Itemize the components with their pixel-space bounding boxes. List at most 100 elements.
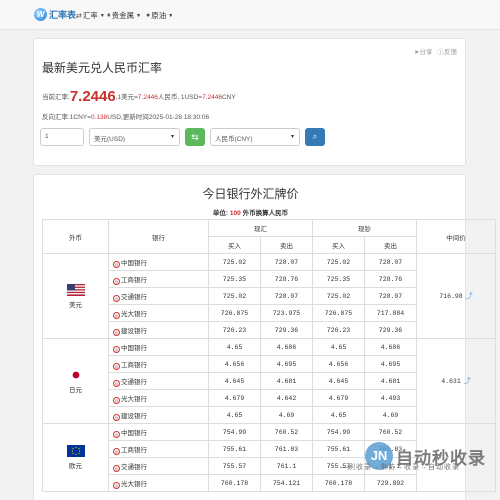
bank-logo-icon: ◎ bbox=[113, 362, 120, 370]
rate-cell-spot-buy: 4.656 bbox=[208, 355, 261, 373]
caret-down-icon: ▼ bbox=[99, 12, 105, 19]
bank-logo-icon: ◎ bbox=[113, 413, 120, 421]
oil-icon: ● bbox=[146, 12, 151, 19]
nav-menu-oil[interactable]: ● 原油 ▼ bbox=[146, 10, 173, 21]
header-bank: 银行 bbox=[108, 219, 209, 254]
header-cash-sell: 卖出 bbox=[364, 236, 417, 254]
bank-cell[interactable]: ◎ 光大银行 bbox=[108, 389, 209, 407]
rate-cell-cash-buy: 725.35 bbox=[312, 270, 365, 288]
panel-links: ➤分享 ⓘ反馈 bbox=[414, 46, 457, 56]
rate-cell-spot-buy: 4.679 bbox=[208, 389, 261, 407]
us-flag-icon bbox=[66, 283, 85, 296]
amount-input[interactable]: 1 bbox=[40, 128, 84, 146]
header-spot: 现汇 bbox=[208, 219, 313, 237]
currency-name: 日元 bbox=[69, 386, 82, 394]
rate-cell-spot-buy: 760.178 bbox=[208, 474, 261, 492]
nav-menu-rates[interactable]: ⇄ 汇率 ▼ bbox=[76, 10, 105, 21]
rate-cell-spot-buy: 755.57 bbox=[208, 457, 261, 475]
currency-cell[interactable]: 美元 bbox=[42, 253, 109, 339]
bank-cell[interactable]: ◎ 工商银行 bbox=[108, 270, 209, 288]
bank-cell[interactable]: ◎ 工商银行 bbox=[108, 355, 209, 373]
swap-button[interactable]: ⇆ bbox=[185, 128, 205, 146]
header-spot-sell: 卖出 bbox=[260, 236, 313, 254]
bank-cell[interactable]: ◎ 交通银行 bbox=[108, 287, 209, 305]
bank-name: 光大银行 bbox=[121, 310, 147, 318]
rate-cell-spot-sell: 728.76 bbox=[260, 270, 313, 288]
rate-cell-spot-buy: 4.645 bbox=[208, 372, 261, 390]
rate-cell-cash-buy: 725.02 bbox=[312, 287, 365, 305]
rate-cell-cash-buy: 754.99 bbox=[312, 423, 365, 441]
nav-menu-metals[interactable]: ♦ 贵金属 ▼ bbox=[107, 10, 141, 21]
bank-cell[interactable]: ◎ 中国银行 bbox=[108, 423, 209, 441]
rate-cell-cash-sell: 760.52 bbox=[364, 423, 417, 441]
search-button[interactable]: ⌕ bbox=[305, 128, 325, 146]
rate-cell-spot-buy: 725.02 bbox=[208, 287, 261, 305]
rate-cell-spot-buy: 4.65 bbox=[208, 338, 261, 356]
currency-cell[interactable]: 欧元 bbox=[42, 423, 109, 492]
bank-logo-icon: ◎ bbox=[113, 294, 120, 302]
rate-cell-spot-sell: 4.686 bbox=[260, 338, 313, 356]
rate-cell-cash-sell: 4.695 bbox=[364, 355, 417, 373]
bank-cell[interactable]: ◎ 中国银行 bbox=[108, 338, 209, 356]
rate-cell-cash-sell: 4.69 bbox=[364, 406, 417, 424]
mid-price-cell: 4.631 ⤴ bbox=[416, 338, 496, 424]
nav-menu-label: 原油 bbox=[151, 11, 167, 20]
trend-chart-icon[interactable]: ⤴ bbox=[466, 293, 473, 301]
nav-menu-label: 贵金属 bbox=[111, 11, 135, 20]
bank-cell[interactable]: ◎ 建设银行 bbox=[108, 321, 209, 339]
rate-cell-cash-buy: 725.02 bbox=[312, 253, 365, 271]
watermark-subtext: —刷收录→来访→收录→自动收录 bbox=[340, 464, 460, 471]
bank-logo-icon: ◎ bbox=[113, 328, 120, 336]
rate-cell-spot-sell: 4.642 bbox=[260, 389, 313, 407]
bank-logo-icon: ◎ bbox=[113, 277, 120, 285]
rate-cell-cash-sell: 728.07 bbox=[364, 287, 417, 305]
bank-logo-icon: ◎ bbox=[113, 345, 120, 353]
bank-logo-icon: ◎ bbox=[113, 481, 120, 489]
bank-name: 建设银行 bbox=[121, 327, 147, 335]
reverse-rate-line: 反向汇率:1CNY=0.138USD,更新时间2025-01-28 18:30:… bbox=[42, 114, 210, 121]
mid-price-cell: 716.98 ⤴ bbox=[416, 253, 496, 339]
currency-cell[interactable]: 日元 bbox=[42, 338, 109, 424]
board-subtitle: 单位: 100 外币换算人民币 bbox=[212, 210, 289, 217]
trend-chart-icon[interactable]: ⤴ bbox=[464, 378, 471, 386]
bank-cell[interactable]: ◎ 交通银行 bbox=[108, 457, 209, 475]
currency-name: 欧元 bbox=[69, 463, 82, 470]
bank-cell[interactable]: ◎ 建设银行 bbox=[108, 406, 209, 424]
page-title: 最新美元兑人民币汇率 bbox=[42, 61, 163, 75]
nav-menu-label: 汇率 bbox=[82, 11, 98, 20]
chevron-down-icon: ▾ bbox=[170, 134, 174, 140]
bank-cell[interactable]: ◎ 光大银行 bbox=[108, 304, 209, 322]
rate-cell-spot-buy: 4.65 bbox=[208, 406, 261, 424]
rate-cell-spot-buy: 755.61 bbox=[208, 440, 261, 458]
japan-flag-icon bbox=[66, 368, 85, 381]
rate-cell-spot-buy: 725.35 bbox=[208, 270, 261, 288]
gold-icon: ♦ bbox=[107, 12, 111, 19]
bank-cell[interactable]: ◎ 中国银行 bbox=[108, 253, 209, 271]
rate-cell-spot-buy: 726.875 bbox=[208, 304, 261, 322]
rate-cell-cash-buy: 4.645 bbox=[312, 372, 365, 390]
header-mid: 中间价 bbox=[416, 219, 496, 254]
bank-cell[interactable]: ◎ 交通银行 bbox=[108, 372, 209, 390]
feedback-link[interactable]: ⓘ反馈 bbox=[438, 46, 458, 56]
current-rate-line: 当前汇率:7.2446,1美元=7.2446人民币, 1USD=7.2446CN… bbox=[42, 88, 236, 105]
board-title: 今日银行外汇牌价 bbox=[202, 187, 299, 201]
bank-cell[interactable]: ◎ 工商银行 bbox=[108, 440, 209, 458]
chevron-down-icon: ▾ bbox=[290, 134, 294, 140]
current-rate-value: 7.2446 bbox=[69, 88, 116, 105]
site-logo[interactable]: W 汇率表 bbox=[34, 8, 76, 21]
rate-cell-cash-buy: 4.65 bbox=[312, 338, 365, 356]
currency-name: 美元 bbox=[69, 301, 82, 309]
bank-name: 中国银行 bbox=[121, 344, 147, 352]
search-icon: ⌕ bbox=[312, 132, 318, 141]
rate-cell-cash-buy: 4.656 bbox=[312, 355, 365, 373]
rate-cell-cash-buy: 755.61 bbox=[312, 440, 365, 458]
share-link[interactable]: ➤分享 bbox=[414, 46, 432, 56]
bank-name: 中国银行 bbox=[121, 429, 147, 437]
navbar: W 汇率表 ⇄ 汇率 ▼ ♦ 贵金属 ▼ ● 原油 ▼ bbox=[0, 0, 500, 30]
rate-cell-cash-sell: 728.07 bbox=[364, 253, 417, 271]
bank-cell[interactable]: ◎ 光大银行 bbox=[108, 474, 209, 492]
rate-cell-cash-buy: 4.65 bbox=[312, 406, 365, 424]
caret-down-icon: ▼ bbox=[136, 12, 142, 19]
from-currency-select[interactable]: 美元(USD) ▾ bbox=[89, 128, 180, 146]
to-currency-select[interactable]: 人民币(CNY) ▾ bbox=[210, 128, 300, 146]
